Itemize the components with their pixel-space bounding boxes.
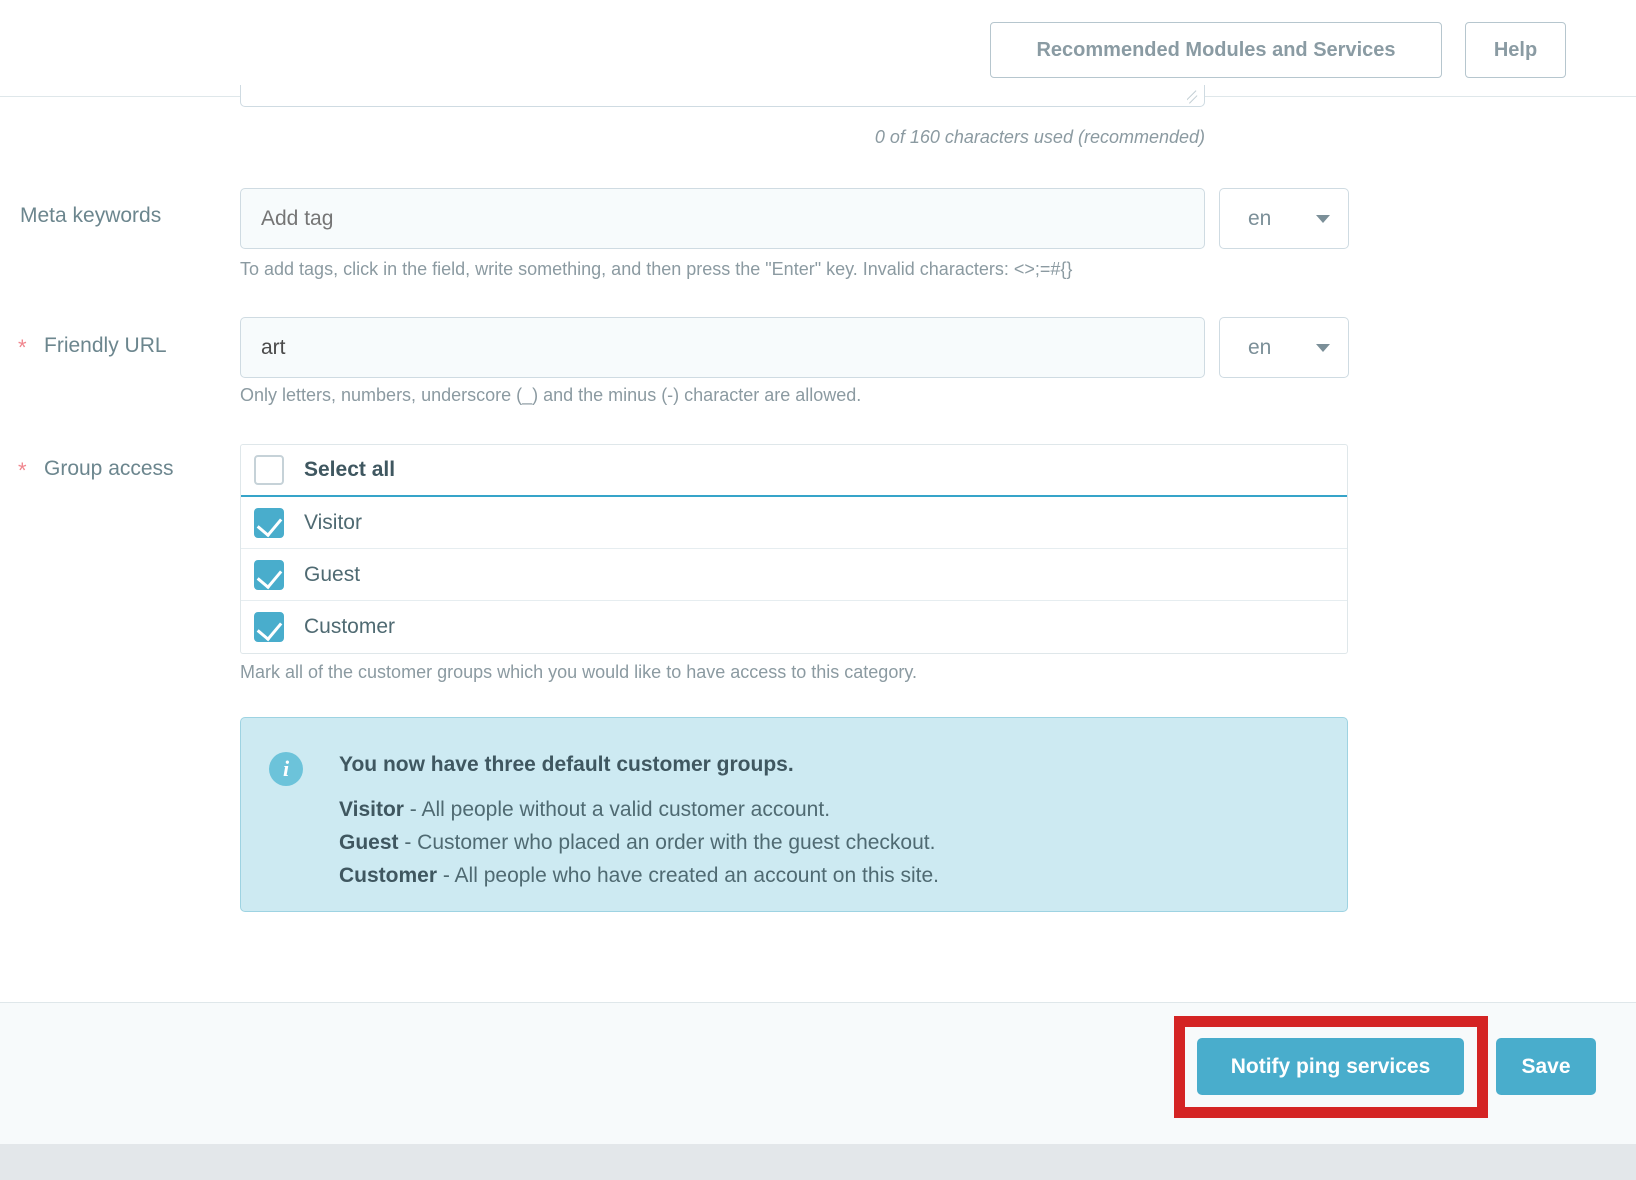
group-access-required-marker: * bbox=[18, 458, 27, 483]
chevron-down-icon bbox=[1316, 214, 1330, 223]
meta-keywords-language-select[interactable]: en bbox=[1219, 188, 1349, 249]
friendly-url-required-marker: * bbox=[18, 335, 27, 360]
info-desc-customer: - All people who have created an account… bbox=[437, 864, 940, 887]
info-panel-line: Customer - All people who have created a… bbox=[339, 859, 1331, 892]
recommended-modules-and-services-button[interactable]: Recommended Modules and Services bbox=[990, 22, 1442, 78]
friendly-url-hint: Only letters, numbers, underscore (_) an… bbox=[240, 385, 862, 405]
group-label-guest: Guest bbox=[304, 562, 361, 586]
info-term-visitor: Visitor bbox=[339, 798, 404, 821]
info-panel-title: You now have three default customer grou… bbox=[339, 753, 794, 776]
meta-keywords-language-value: en bbox=[1248, 206, 1272, 230]
group-label-visitor: Visitor bbox=[304, 510, 362, 534]
friendly-url-language-value: en bbox=[1248, 335, 1272, 359]
customer-groups-info-panel: i You now have three default customer gr… bbox=[240, 717, 1348, 912]
info-icon: i bbox=[269, 752, 303, 786]
group-access-select-all-row[interactable]: Select all bbox=[241, 445, 1347, 497]
info-panel-line: Guest - Customer who placed an order wit… bbox=[339, 826, 1331, 859]
friendly-url-label: Friendly URL bbox=[44, 334, 167, 357]
group-access-label: Group access bbox=[44, 457, 174, 480]
friendly-url-language-select[interactable]: en bbox=[1219, 317, 1349, 378]
resize-handle-icon[interactable] bbox=[1187, 90, 1201, 104]
meta-keywords-hint: To add tags, click in the field, write s… bbox=[240, 259, 1073, 279]
chevron-down-icon bbox=[1316, 343, 1330, 352]
group-checkbox-visitor[interactable] bbox=[254, 507, 284, 538]
save-button[interactable]: Save bbox=[1496, 1038, 1596, 1095]
group-checkbox-guest[interactable] bbox=[254, 559, 284, 590]
info-panel-line: Visitor - All people without a valid cus… bbox=[339, 793, 1331, 826]
table-row[interactable]: Customer bbox=[241, 601, 1347, 653]
group-access-table: Select all Visitor Guest Customer bbox=[240, 444, 1348, 654]
info-desc-guest: - Customer who placed an order with the … bbox=[398, 831, 936, 854]
group-label-customer: Customer bbox=[304, 615, 396, 638]
group-access-hint: Mark all of the customer groups which yo… bbox=[240, 662, 917, 682]
info-term-guest: Guest bbox=[339, 831, 399, 854]
top-toolbar: Recommended Modules and Services Help bbox=[0, 0, 1636, 97]
group-checkbox-customer[interactable] bbox=[254, 612, 284, 642]
meta-keywords-label: Meta keywords bbox=[20, 204, 162, 227]
meta-description-textarea[interactable] bbox=[240, 85, 1205, 107]
notify-ping-services-button[interactable]: Notify ping services bbox=[1197, 1038, 1464, 1095]
table-row[interactable]: Visitor bbox=[241, 497, 1347, 549]
category-seo-form: 0 of 160 characters used (recommended) M… bbox=[0, 85, 1636, 1002]
info-panel-body: You now have three default customer grou… bbox=[339, 748, 1331, 892]
table-row[interactable]: Guest bbox=[241, 549, 1347, 601]
help-button[interactable]: Help bbox=[1465, 22, 1566, 78]
meta-keywords-input[interactable] bbox=[240, 188, 1205, 249]
info-desc-visitor: - All people without a valid customer ac… bbox=[403, 798, 831, 821]
info-term-customer: Customer bbox=[339, 864, 438, 887]
select-all-label: Select all bbox=[304, 458, 396, 481]
page-bottom-strip bbox=[0, 1144, 1636, 1180]
friendly-url-input[interactable] bbox=[240, 317, 1205, 378]
meta-description-character-counter: 0 of 160 characters used (recommended) bbox=[874, 127, 1205, 147]
select-all-checkbox[interactable] bbox=[254, 455, 284, 485]
